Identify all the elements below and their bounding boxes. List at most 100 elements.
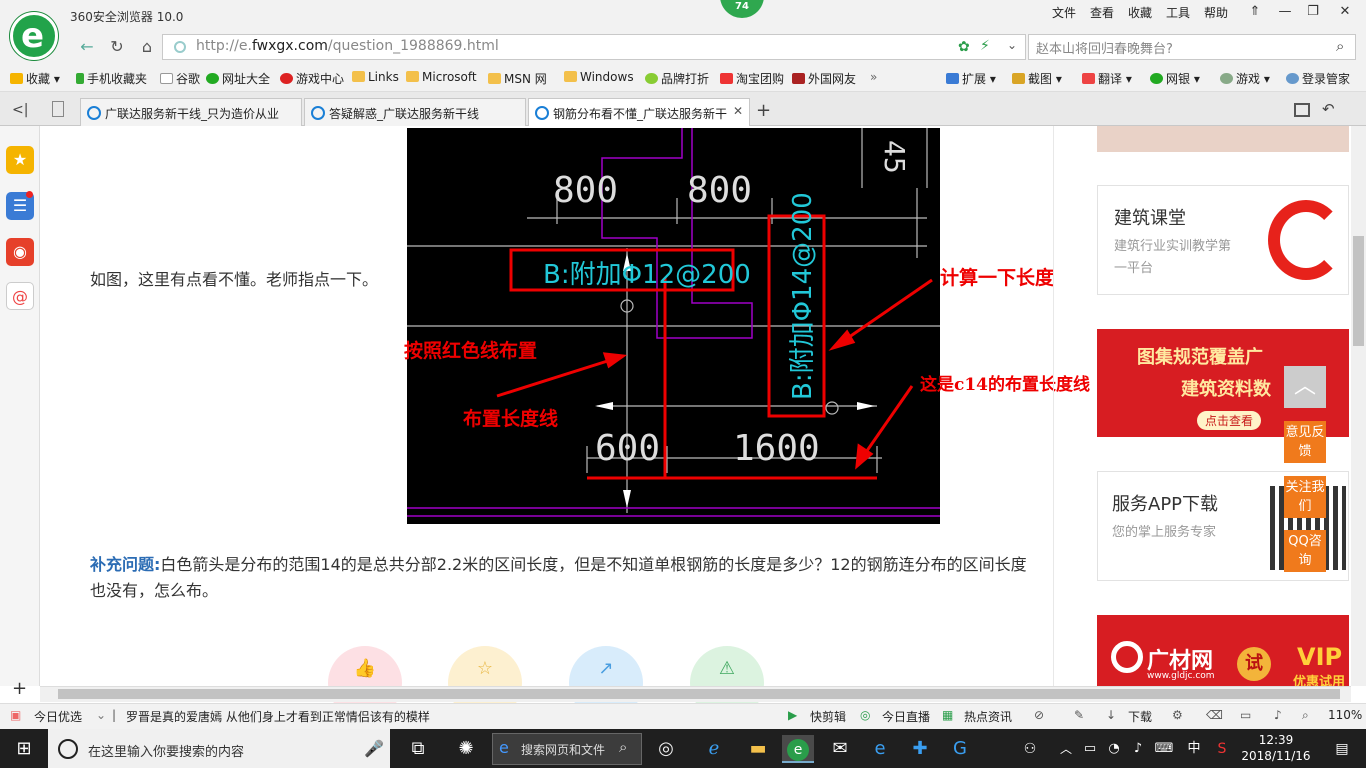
back-arrow-icon[interactable]: ← xyxy=(76,36,98,58)
fan-app-icon[interactable]: ✺ xyxy=(452,735,480,763)
mail-icon[interactable]: @ xyxy=(6,282,34,310)
course-card[interactable]: 建筑课堂 建筑行业实训教学第一平台 xyxy=(1097,185,1349,295)
toolbar-login[interactable]: 登录管家 xyxy=(1286,70,1350,87)
browser-search-text: 搜索网页和文件 xyxy=(521,743,606,757)
status-download[interactable]: 下载 xyxy=(1128,708,1152,725)
windows-start-icon[interactable]: ⊞ xyxy=(10,735,38,763)
menu-tools[interactable]: 工具 xyxy=(1166,4,1190,21)
security-icon[interactable]: ✿ xyxy=(958,39,970,55)
microphone-icon[interactable]: 🎤 xyxy=(364,739,384,758)
status-quick-clip[interactable]: 快剪辑 xyxy=(810,708,846,725)
today-picks[interactable]: 今日优选 xyxy=(34,708,82,725)
pin-icon[interactable]: ✎ xyxy=(1074,708,1084,722)
maximize-button[interactable]: ❐ xyxy=(1296,0,1330,26)
restore-tabs-icon[interactable] xyxy=(1294,103,1310,117)
system-clock[interactable]: 12:39 2018/11/16 xyxy=(1240,732,1312,764)
people-icon[interactable]: ⚇ xyxy=(1016,735,1044,763)
sogou-ime-icon[interactable]: S xyxy=(1208,735,1236,763)
bookmark-more-icon[interactable]: » xyxy=(870,70,877,84)
toolbar-translate[interactable]: 翻译 ▾ xyxy=(1082,70,1132,87)
sidebar-toggle-icon[interactable]: <| xyxy=(12,102,28,118)
ie-icon xyxy=(87,106,101,120)
internet-explorer-icon[interactable]: ℯ xyxy=(700,735,728,763)
task-view-icon[interactable]: ⧉ xyxy=(404,735,432,763)
glodon-icon[interactable]: G xyxy=(946,735,974,763)
mail-taskbar-icon[interactable]: ✉ xyxy=(826,735,854,763)
plus-app-icon[interactable]: ✚ xyxy=(906,735,934,763)
tab-list-icon[interactable] xyxy=(52,101,64,117)
bookmark-foreign[interactable]: 外国网友 xyxy=(792,70,856,87)
360-security-icon[interactable]: ◎ xyxy=(652,735,680,763)
feedback-button[interactable]: 意见反馈 xyxy=(1284,421,1326,463)
top-banner-partial[interactable] xyxy=(1097,126,1349,152)
speed-mode-icon[interactable]: ⚡ xyxy=(980,38,990,54)
360-browser-taskbar-icon[interactable]: e xyxy=(782,735,814,763)
bookmark-games[interactable]: 游戏中心 xyxy=(280,70,344,87)
search-icon[interactable]: ⌕ xyxy=(1336,37,1344,55)
taskbar-search-placeholder[interactable]: 在这里输入你要搜索的内容 xyxy=(88,741,244,760)
shield-icon xyxy=(1150,73,1163,84)
url-text[interactable]: http://e.fwxgx.com/question_1988869.html xyxy=(196,38,499,54)
bookmark-mobile[interactable]: 手机收藏夹 xyxy=(76,70,147,87)
notification-center-icon[interactable]: ▤ xyxy=(1328,735,1356,763)
news-ticker[interactable]: 罗晋是真的爱唐嫣 从他们身上才看到正常情侣该有的模样 xyxy=(126,708,430,725)
toolbar-bank[interactable]: 网银 ▾ xyxy=(1150,70,1200,87)
status-live[interactable]: 今日直播 xyxy=(882,708,930,725)
banner-view-button[interactable]: 点击查看 xyxy=(1197,411,1262,430)
menu-file[interactable]: 文件 xyxy=(1052,4,1076,21)
supplement-text: 白色箭头是分布的范围14的是总共分部2.2米的区间长度，但是不知道单根钢筋的长度… xyxy=(90,555,1027,600)
menu-view[interactable]: 查看 xyxy=(1090,4,1114,21)
expand-icon[interactable]: ⌄ xyxy=(96,708,106,722)
add-sidebar-icon[interactable]: + xyxy=(12,678,27,699)
menu-favorites[interactable]: 收藏 xyxy=(1128,4,1152,21)
volume-icon[interactable]: ♪ xyxy=(1274,708,1282,722)
vertical-scrollbar[interactable] xyxy=(1351,126,1366,686)
toolbar-games[interactable]: 游戏 ▾ xyxy=(1220,70,1270,87)
favorites-star-icon[interactable]: ★ xyxy=(6,146,34,174)
ie-icon xyxy=(311,106,325,120)
bookmark-windows[interactable]: Windows xyxy=(564,70,634,84)
search-suggestion[interactable]: 赵本山将回归春晚舞台? xyxy=(1036,38,1173,57)
bookmark-favorites[interactable]: 收藏 ▾ xyxy=(10,70,60,87)
weibo-icon[interactable]: ◉ xyxy=(6,238,34,266)
close-button[interactable]: ✕ xyxy=(1328,0,1362,26)
bookmark-brand[interactable]: 品牌打折 xyxy=(645,70,709,87)
skin-button[interactable]: ⇑ xyxy=(1238,0,1272,26)
home-icon[interactable]: ⌂ xyxy=(136,36,158,58)
zoom-level[interactable]: 110% xyxy=(1328,708,1362,722)
file-explorer-icon[interactable]: ▬ xyxy=(744,735,772,763)
ime-indicator[interactable]: 中 xyxy=(1180,735,1208,763)
vertical-scroll-thumb[interactable] xyxy=(1353,236,1364,346)
window-icon[interactable]: ▭ xyxy=(1240,708,1251,722)
follow-us-button[interactable]: 关注我们 xyxy=(1284,476,1326,518)
horizontal-scroll-thumb[interactable] xyxy=(58,689,1340,699)
tab-qa[interactable]: 答疑解惑_广联达服务新干线 xyxy=(304,98,526,126)
bookmark-taobao[interactable]: 淘宝团购 xyxy=(720,70,784,87)
menu-help[interactable]: 帮助 xyxy=(1204,4,1228,21)
bookmark-links[interactable]: Links xyxy=(352,70,399,84)
qq-consult-button[interactable]: QQ咨询 xyxy=(1284,530,1326,572)
toolbar-extensions[interactable]: 扩展 ▾ xyxy=(946,70,996,87)
refresh-icon[interactable]: ↻ xyxy=(106,36,128,58)
speed-icon[interactable]: ⊘ xyxy=(1034,708,1044,722)
undo-close-icon[interactable]: ↶ xyxy=(1322,100,1335,118)
new-tab-button[interactable]: + xyxy=(756,100,771,121)
chevron-down-icon[interactable]: ⌄ xyxy=(1007,38,1017,52)
gldjc-banner[interactable]: 广材网 www.gldjc.com 试 VIP 优惠试用 xyxy=(1097,615,1349,686)
back-to-top-button[interactable]: ︿ xyxy=(1284,366,1326,408)
close-tab-icon[interactable]: ✕ xyxy=(733,104,743,118)
status-hot-news[interactable]: 热点资讯 xyxy=(964,708,1012,725)
bookmark-google[interactable]: 谷歌 xyxy=(160,70,200,87)
trash-icon[interactable]: ⌫ xyxy=(1206,708,1223,722)
keyboard-icon[interactable]: ⌨ xyxy=(1150,735,1178,763)
toolbar-screenshot[interactable]: 截图 ▾ xyxy=(1012,70,1062,87)
speaker-icon[interactable]: ♪ xyxy=(1124,735,1152,763)
tab-current[interactable]: 钢筋分布看不懂_广联达服务新干 ✕ xyxy=(528,98,750,126)
tab-guanglianda-home[interactable]: 广联达服务新干线_只为造价从业 xyxy=(80,98,302,126)
bookmark-msn[interactable]: MSN 网 xyxy=(488,70,547,87)
browser-search-field[interactable]: e 搜索网页和文件 ⌕ xyxy=(492,733,642,765)
edge-icon[interactable]: e xyxy=(866,735,894,763)
settings-icon[interactable]: ⚙ xyxy=(1172,708,1183,722)
bookmark-nav[interactable]: 网址大全 xyxy=(206,70,270,87)
bookmark-microsoft[interactable]: Microsoft xyxy=(406,70,477,84)
